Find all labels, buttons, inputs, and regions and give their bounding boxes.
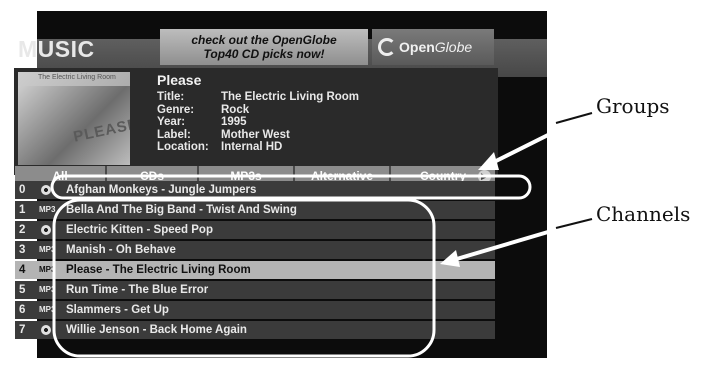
groups-callout: Groups (596, 94, 670, 118)
channels-arrowhead (440, 250, 460, 267)
groups-highlight-outline (50, 174, 532, 200)
groups-arrowhead (478, 152, 499, 170)
channels-callout: Channels (596, 202, 691, 226)
groups-arrow (485, 111, 593, 168)
channels-arrow-tail (555, 218, 593, 229)
annotation-overlay (50, 111, 593, 358)
channels-highlight-outline (52, 198, 436, 358)
